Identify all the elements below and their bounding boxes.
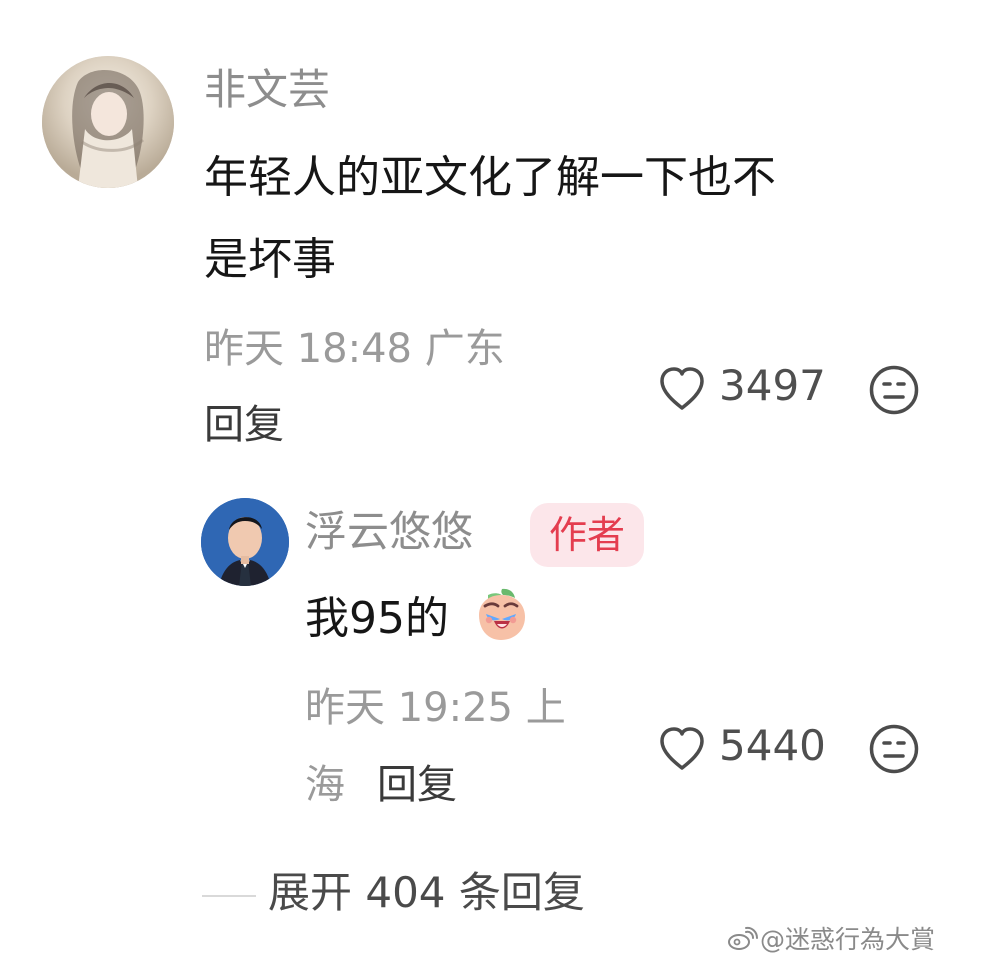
meh-face-icon[interactable] — [866, 721, 922, 777]
comment-text-line-2: 是坏事 — [204, 234, 336, 285]
expand-replies-button[interactable]: 展开 404 条回复 — [268, 872, 585, 914]
commenter-username[interactable]: 非文芸 — [204, 69, 330, 111]
heart-icon[interactable] — [655, 722, 709, 776]
crying-laughing-peach-emoji — [470, 583, 532, 645]
watermark-text: @迷惑行為大賞 — [760, 925, 936, 954]
comment-like-count: 3497 — [719, 361, 826, 410]
weibo-icon — [724, 922, 758, 956]
comment-text-line-1: 年轻人的亚文化了解一下也不 — [204, 152, 776, 203]
reply-text: 我95的 — [305, 593, 449, 644]
reply-like-count: 5440 — [719, 721, 826, 770]
reply-username[interactable]: 浮云悠悠 — [305, 511, 473, 553]
commenter-avatar[interactable] — [42, 56, 174, 188]
heart-icon[interactable] — [655, 362, 709, 416]
reply-meta-line-1: 昨天 19:25 上 — [305, 685, 566, 731]
comment-meta: 昨天 18:48 广东 — [204, 326, 505, 372]
reply-meta-line-2: 海 — [305, 762, 345, 808]
reply-avatar[interactable] — [201, 498, 289, 586]
author-badge: 作者 — [530, 503, 644, 567]
reply-reply-button[interactable]: 回复 — [377, 765, 457, 805]
expand-divider — [202, 895, 256, 897]
meh-face-icon[interactable] — [866, 362, 922, 418]
comment-reply-button[interactable]: 回复 — [204, 405, 284, 445]
